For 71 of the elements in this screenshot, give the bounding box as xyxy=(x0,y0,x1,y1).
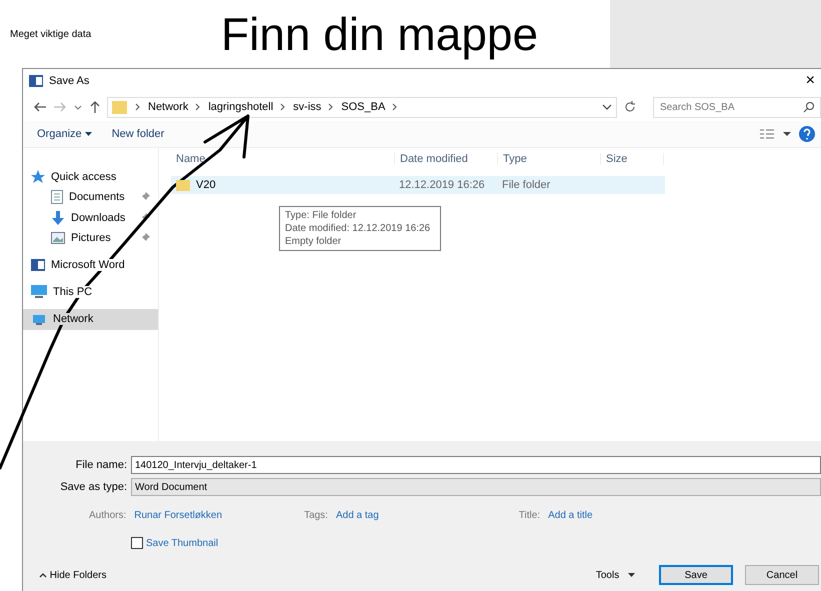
tools-button[interactable]: Tools xyxy=(590,568,641,582)
word-icon xyxy=(29,74,43,88)
picture-icon xyxy=(51,232,65,244)
view-options-icon[interactable] xyxy=(759,128,775,140)
field-label: Save as type: xyxy=(59,481,128,493)
folder-icon xyxy=(176,179,190,191)
search-field[interactable]: Search SOS_BA xyxy=(653,96,821,118)
slide-heading: Finn din mappe xyxy=(221,7,538,61)
chevron-right-icon xyxy=(327,102,336,112)
word-icon xyxy=(31,258,45,272)
breadcrumb-item[interactable]: SOS_BA xyxy=(341,101,386,113)
chevron-up-icon xyxy=(39,572,47,578)
download-arrow-icon xyxy=(51,210,65,225)
star-icon xyxy=(31,170,45,184)
chevron-right-icon xyxy=(391,102,400,112)
document-text: Meget viktige data xyxy=(10,28,92,40)
column-header[interactable]: Name xyxy=(171,153,394,165)
folder-icon xyxy=(112,100,128,114)
meta-label: Tags: xyxy=(304,510,328,520)
caret-icon xyxy=(628,572,635,578)
caret-icon xyxy=(84,131,92,137)
document-icon xyxy=(51,190,63,204)
file-name: V20 xyxy=(196,179,216,191)
tooltip: Type: File folder Date modified: 12.12.2019 16:26 Empty folder xyxy=(279,206,441,251)
pin-icon[interactable] xyxy=(140,212,150,223)
dialog-button[interactable]: Save xyxy=(659,565,733,585)
breadcrumb-item[interactable]: Network xyxy=(148,101,188,113)
date-cell-text: 12.12.2019 16:26 xyxy=(398,179,486,191)
help-icon[interactable] xyxy=(799,126,815,142)
breadcrumb-item[interactable]: lagringshotell xyxy=(208,101,274,113)
dialog-title: Save As xyxy=(49,75,90,87)
column-header[interactable]: Type xyxy=(497,153,600,165)
sidebar-item[interactable]: This PC xyxy=(23,282,158,302)
type-cell-text: File folder xyxy=(501,179,552,191)
monitor-icon xyxy=(31,285,47,299)
meta-link[interactable]: Add a tag xyxy=(336,510,379,520)
file-row[interactable]: V20 12.12.2019 16:26 File folder xyxy=(171,176,665,194)
save-type-dropdown[interactable]: Word Document xyxy=(131,478,821,496)
column-header[interactable]: Date modified xyxy=(394,153,497,165)
chevron-right-icon xyxy=(279,102,288,112)
search-icon xyxy=(803,100,815,112)
sidebar-item[interactable]: Quick access xyxy=(23,166,158,187)
breadcrumb-item[interactable]: sv-iss xyxy=(293,101,322,113)
sidebar-item[interactable]: Downloads xyxy=(23,208,158,228)
sidebar-item[interactable]: Documents xyxy=(23,187,158,208)
file-name-field[interactable]: 140120_Intervju_deltaker-1 xyxy=(131,456,821,474)
refresh-icon[interactable] xyxy=(623,100,637,114)
sidebar-item[interactable]: Network xyxy=(23,308,158,330)
hide-folders-button[interactable]: Hide Folders xyxy=(33,568,112,582)
checkbox-label[interactable]: Save Thumbnail xyxy=(146,538,218,548)
meta-link[interactable]: Runar Forsetløkken xyxy=(134,510,222,520)
checkbox[interactable] xyxy=(131,537,143,549)
chevron-right-icon xyxy=(134,102,142,112)
chevron-right-icon xyxy=(194,102,202,112)
back-arrow-icon[interactable] xyxy=(33,101,47,113)
chevron-down-icon[interactable] xyxy=(602,102,612,112)
sidebar-item[interactable]: Pictures xyxy=(23,228,158,248)
sidebar-item[interactable]: Microsoft Word xyxy=(23,254,158,276)
field-label: File name: xyxy=(74,459,128,471)
organize-button[interactable]: Organize xyxy=(31,126,98,142)
caret-icon[interactable] xyxy=(783,130,791,138)
meta-label: Authors: xyxy=(89,510,126,520)
new-folder-button[interactable]: New folder xyxy=(106,126,170,142)
meta-label: Title: xyxy=(518,510,540,520)
network-icon xyxy=(31,312,47,326)
up-arrow-icon[interactable] xyxy=(89,100,101,114)
column-header[interactable]: Size xyxy=(600,153,664,165)
meta-link[interactable]: Add a title xyxy=(548,510,593,520)
address-bar[interactable]: Network lagringshotell sv-iss SOS_BA xyxy=(107,96,617,118)
dialog-button[interactable]: Cancel xyxy=(745,565,819,585)
close-button[interactable]: × xyxy=(806,72,821,90)
